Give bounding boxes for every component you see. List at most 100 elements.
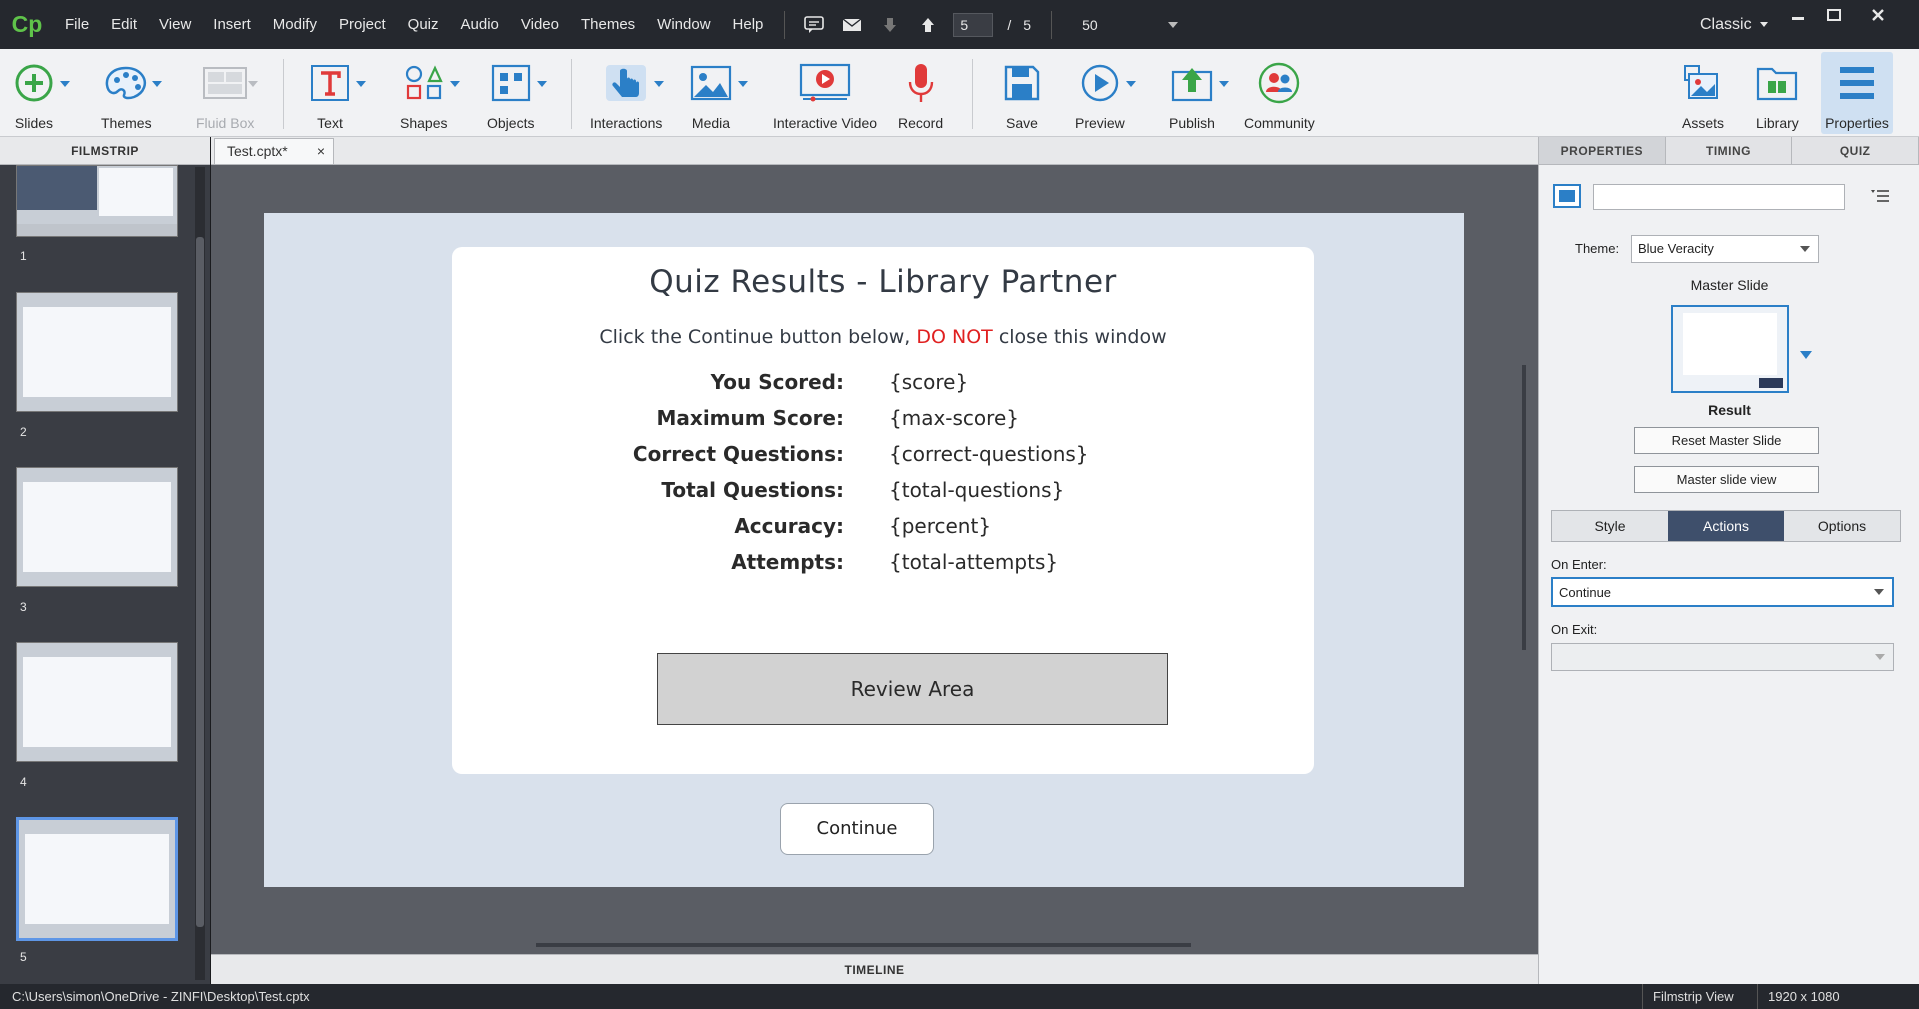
text-button[interactable]: Text	[310, 57, 366, 131]
tab-options[interactable]: Options	[1784, 511, 1900, 541]
menu-file[interactable]: File	[54, 0, 100, 49]
stage-vertical-scrollbar[interactable]	[1522, 365, 1526, 650]
current-slide-input[interactable]: 5	[953, 12, 994, 37]
result-row-total-questions[interactable]: Total Questions: {total-questions}	[452, 478, 1314, 508]
tab-style[interactable]: Style	[1552, 511, 1668, 541]
slide[interactable]: Quiz Results - Library Partner Click the…	[264, 213, 1464, 887]
shapes-button[interactable]: Shapes	[400, 57, 460, 131]
zoom-select[interactable]: 50	[1076, 17, 1178, 33]
comment-icon[interactable]	[801, 12, 827, 38]
close-tab-icon[interactable]: ×	[317, 139, 325, 164]
options-menu-icon[interactable]	[1871, 188, 1889, 207]
slide-thumbnail-5[interactable]	[16, 817, 178, 941]
result-value: {max-score}	[889, 406, 1019, 430]
menu-quiz[interactable]: Quiz	[397, 0, 450, 49]
menu-edit[interactable]: Edit	[100, 0, 148, 49]
document-tab[interactable]: Test.cptx* ×	[214, 138, 334, 164]
interactive-video-button[interactable]: Interactive Video	[773, 57, 877, 131]
objects-button[interactable]: Objects	[487, 57, 547, 131]
result-row-correct-questions[interactable]: Correct Questions: {correct-questions}	[452, 442, 1314, 472]
fluid-box-label: Fluid Box	[196, 115, 255, 131]
theme-select[interactable]: Blue Veracity	[1631, 235, 1819, 263]
themes-label: Themes	[101, 115, 152, 131]
save-button[interactable]: Save	[1003, 57, 1041, 131]
themes-button[interactable]: Themes	[101, 57, 163, 131]
media-label: Media	[691, 115, 731, 131]
filmstrip-header: FILMSTRIP	[0, 137, 210, 165]
community-people-icon	[1258, 57, 1300, 109]
maximize-icon[interactable]	[1814, 0, 1854, 30]
media-button[interactable]: Media	[690, 57, 748, 131]
slide-object-icon	[1553, 184, 1581, 208]
menu-help[interactable]: Help	[722, 0, 775, 49]
on-exit-label: On Exit:	[1551, 622, 1598, 637]
publish-button[interactable]: Publish	[1169, 57, 1229, 131]
theme-label: Theme:	[1575, 241, 1620, 256]
properties-button[interactable]: Properties	[1821, 52, 1893, 134]
menu-insert[interactable]: Insert	[202, 0, 262, 49]
continue-button[interactable]: Continue	[780, 803, 934, 855]
tab-properties[interactable]: PROPERTIES	[1539, 137, 1666, 164]
master-slide-view-button[interactable]: Master slide view	[1634, 466, 1819, 493]
result-row-attempts[interactable]: Attempts: {total-attempts}	[452, 550, 1314, 580]
slide-thumbnail-3[interactable]	[16, 467, 178, 587]
master-slide-dropdown-icon[interactable]	[1800, 346, 1812, 362]
reset-master-slide-button[interactable]: Reset Master Slide	[1634, 427, 1819, 454]
menu-themes[interactable]: Themes	[570, 0, 646, 49]
previous-slide-arrow-icon[interactable]	[915, 12, 941, 38]
interaction-hand-icon	[604, 57, 665, 109]
library-folder-icon	[1756, 57, 1798, 109]
slide-subtitle[interactable]: Click the Continue button below, DO NOT …	[452, 326, 1314, 348]
slide-thumbnail-2[interactable]	[16, 292, 178, 412]
menu-divider	[1051, 10, 1053, 39]
review-area[interactable]: Review Area	[657, 653, 1168, 725]
slide-number: 1	[20, 249, 27, 263]
preview-button[interactable]: Preview	[1075, 57, 1136, 131]
mail-icon[interactable]	[839, 12, 865, 38]
filmstrip-scrollbar[interactable]	[195, 167, 205, 980]
tab-timing[interactable]: TIMING	[1666, 137, 1793, 164]
thumbnail-content	[23, 482, 171, 572]
scrollbar-thumb[interactable]	[196, 237, 204, 927]
timeline-panel[interactable]: TIMELINE	[211, 954, 1538, 984]
library-label: Library	[1756, 115, 1799, 131]
result-label: Maximum Score:	[656, 406, 844, 430]
master-slide-thumbnail[interactable]	[1671, 305, 1789, 393]
menu-project[interactable]: Project	[328, 0, 397, 49]
slide-title[interactable]: Quiz Results - Library Partner	[452, 264, 1314, 300]
slide-thumbnail-4[interactable]	[16, 642, 178, 762]
next-slide-arrow-icon[interactable]	[877, 12, 903, 38]
preview-label: Preview	[1075, 115, 1125, 131]
layout-mode-select[interactable]: Classic	[1700, 0, 1768, 49]
minimize-icon[interactable]	[1778, 0, 1818, 30]
stage-horizontal-scrollbar[interactable]	[536, 943, 1191, 947]
menu-modify[interactable]: Modify	[262, 0, 328, 49]
tab-actions[interactable]: Actions	[1668, 511, 1784, 541]
slide-name-input[interactable]	[1593, 184, 1845, 210]
slides-button[interactable]: Slides	[14, 57, 70, 131]
slide-number: 5	[20, 950, 27, 964]
on-enter-select[interactable]: Continue	[1551, 577, 1894, 607]
library-button[interactable]: Library	[1756, 57, 1799, 131]
result-row-score[interactable]: You Scored: {score}	[452, 370, 1314, 400]
result-row-accuracy[interactable]: Accuracy: {percent}	[452, 514, 1314, 544]
on-exit-select[interactable]	[1551, 643, 1894, 671]
result-row-max-score[interactable]: Maximum Score: {max-score}	[452, 406, 1314, 436]
status-bar: C:\Users\simon\OneDrive - ZINFI\Desktop\…	[0, 984, 1919, 1009]
menu-video[interactable]: Video	[510, 0, 570, 49]
theme-select-value: Blue Veracity	[1638, 241, 1714, 256]
master-slide-label: Master Slide	[1690, 277, 1769, 293]
objects-icon	[491, 57, 547, 109]
assets-button[interactable]: Assets	[1682, 57, 1724, 131]
menu-view[interactable]: View	[148, 0, 202, 49]
interactions-button[interactable]: Interactions	[590, 57, 665, 131]
record-button[interactable]: Record	[898, 57, 943, 131]
community-button[interactable]: Community	[1244, 57, 1315, 131]
menu-audio[interactable]: Audio	[450, 0, 510, 49]
slide-thumbnail-1[interactable]	[16, 165, 178, 237]
results-card[interactable]: Quiz Results - Library Partner Click the…	[452, 247, 1314, 774]
menu-window[interactable]: Window	[646, 0, 721, 49]
tab-quiz[interactable]: QUIZ	[1792, 137, 1919, 164]
close-icon[interactable]	[1858, 0, 1898, 30]
slide-number: 2	[20, 425, 27, 439]
